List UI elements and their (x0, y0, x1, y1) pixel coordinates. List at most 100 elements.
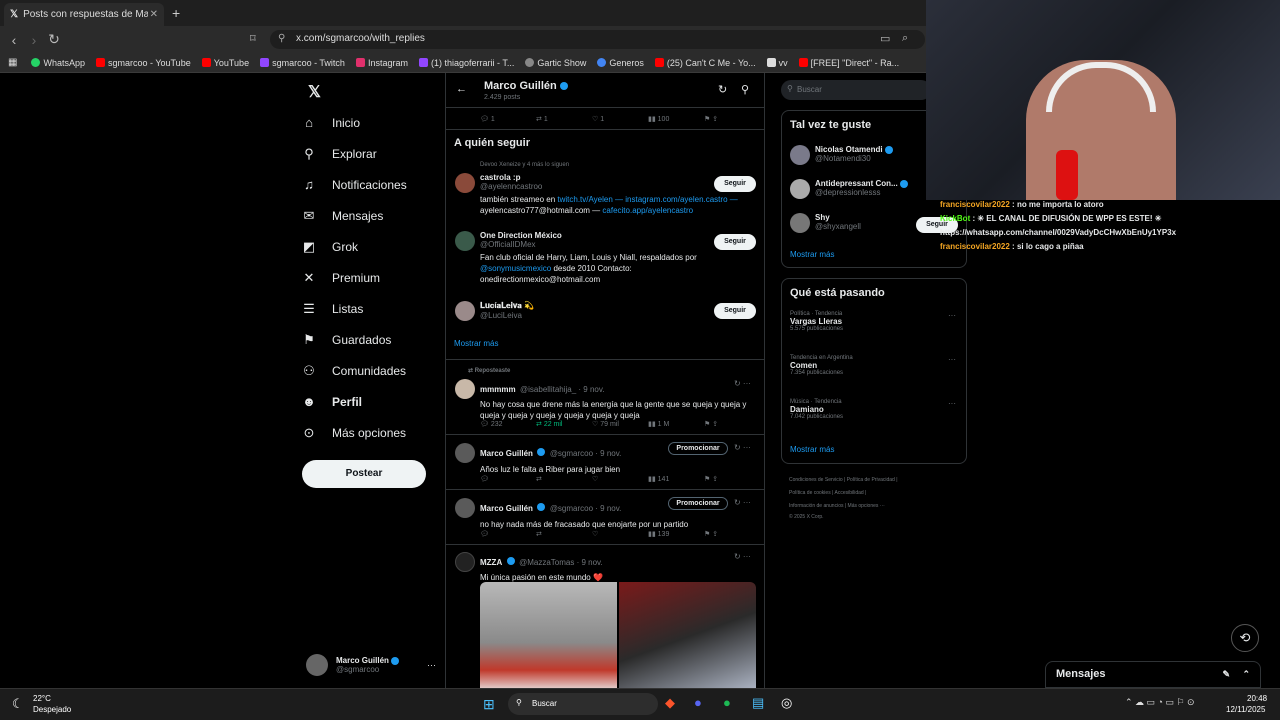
like-button[interactable]: ♡ (592, 530, 648, 538)
grok-fab-icon[interactable]: ⟲ (1231, 624, 1259, 652)
trend-item[interactable]: Política · Tendencia Vargas Lleras 5.575 p… (790, 311, 960, 332)
sidebar-item-premium[interactable]: ✕ Premium (300, 262, 440, 293)
post-image-left[interactable] (480, 582, 617, 688)
url-field[interactable]: ⚲ x.com/sgmarcoo/with_replies (270, 30, 925, 49)
browser-tab[interactable]: 𝕏 Posts con respuestas de Marco G ✕ (4, 3, 164, 26)
reply-button[interactable]: 💬︎ (480, 475, 536, 483)
x-logo-icon[interactable]: 𝕏 (308, 82, 321, 102)
notepad-icon[interactable]: ▤ (752, 695, 764, 711)
sidebar-item-mensajes[interactable]: ✉ Mensajes (300, 200, 440, 231)
back-arrow-icon[interactable]: ← (456, 83, 467, 95)
bookmark-item[interactable]: sgmarcoo - Twitch (260, 58, 345, 68)
promote-button[interactable]: Promocionar (668, 497, 728, 510)
bookmark-star-icon[interactable]: ⌑ (250, 32, 256, 45)
follow-button[interactable]: Seguir (714, 303, 756, 319)
follow-button[interactable]: Seguir (714, 234, 756, 250)
repost-button[interactable]: ⇄ 22 mil (536, 420, 592, 428)
bookmark-item[interactable]: WhatsApp (31, 58, 85, 68)
views-count[interactable]: ▮▮ 1 M (648, 420, 704, 428)
apps-icon[interactable]: ▦ (8, 57, 17, 68)
windows-start-icon[interactable]: ⊞ (483, 696, 495, 713)
reply-button[interactable]: 💬︎ 232 (480, 420, 536, 428)
follow-button[interactable]: Seguir (714, 176, 756, 192)
sidebar-item-notificaciones[interactable]: ♫ Notificaciones (300, 169, 440, 200)
trend-item[interactable]: Música · Tendencia Damiano 7.042 publicaci… (790, 399, 960, 420)
spotify-icon[interactable]: ● (723, 695, 731, 710)
sidebar-item-perfil[interactable]: ☻ Perfil (300, 386, 440, 417)
account-switcher[interactable]: Marco Guillén @sgmarcoo ··· (306, 652, 436, 678)
search-input[interactable]: ⚲ Buscar (781, 80, 931, 100)
sidebar-item-listas[interactable]: ☰ Listas (300, 293, 440, 324)
back-icon[interactable]: ‹ (4, 32, 24, 48)
search-icon[interactable]: ⚲ (741, 83, 749, 96)
promote-button[interactable]: Promocionar (668, 442, 728, 455)
bookmark-icon[interactable]: ⚑ ⇪ (704, 475, 760, 483)
sidebar-item-grok[interactable]: ◩ Grok (300, 231, 440, 262)
zoom-icon[interactable]: ⌕ (902, 32, 908, 45)
clock-date[interactable]: 12/11/2025 (1226, 705, 1265, 714)
weather-temp[interactable]: 22°C (33, 694, 51, 703)
sidebar-item-explorar[interactable]: ⚲ Explorar (300, 138, 440, 169)
bookmark-icon[interactable]: ⚑ ⇪ (704, 115, 760, 123)
more-dots-icon[interactable]: ··· (427, 660, 436, 670)
bookmark-item[interactable]: YouTube (201, 58, 249, 68)
bookmark-item[interactable]: Instagram (355, 58, 408, 68)
grok-refresh-icon[interactable]: ↻ (718, 83, 727, 96)
bookmark-item[interactable]: Generos (597, 58, 644, 68)
site-info-icon[interactable]: ⚲ (278, 33, 285, 44)
sidebar-item-inicio[interactable]: ⌂ Inicio (300, 107, 440, 138)
post[interactable]: ⇄ Reposteaste mmmmm @isabellitahija_ · 9… (446, 360, 764, 435)
bookmark-item[interactable]: vv (766, 58, 788, 68)
obs-icon[interactable]: ◎ (781, 695, 792, 711)
more-dots-icon[interactable]: ↻ ··· (734, 379, 751, 388)
clock-time[interactable]: 20:48 (1247, 694, 1267, 703)
show-more-link[interactable]: Mostrar más (454, 339, 498, 348)
footer-links[interactable]: Condiciones de Servicio | Política de Pr… (789, 474, 939, 521)
bookmark-item[interactable]: [FREE] "Direct" - Ra... (798, 58, 899, 68)
post[interactable]: Marco Guillén @sgmarcoo · 9 nov. Años lu… (446, 435, 764, 490)
brave-icon[interactable]: ◆ (665, 695, 675, 711)
more-dots-icon[interactable]: ↻ ··· (734, 443, 751, 452)
repost-button[interactable]: ⇄ (536, 530, 592, 538)
bookmark-item[interactable]: Gartic Show (525, 58, 586, 68)
discord-icon[interactable]: ● (694, 695, 702, 710)
views-count[interactable]: ▮▮ 139 (648, 530, 704, 538)
repost-button[interactable]: ⇄ (536, 475, 592, 483)
like-button[interactable]: ♡ 79 mil (592, 420, 648, 428)
reply-button[interactable]: 💬︎ 1 (480, 115, 536, 123)
show-more-link[interactable]: Mostrar más (790, 250, 834, 259)
messages-drawer[interactable]: Mensajes ✎ ⌃ (1045, 661, 1261, 688)
views-count[interactable]: ▮▮ 100 (648, 115, 704, 123)
bookmark-item[interactable]: (25) Can't C Me - Yo... (654, 58, 756, 68)
reload-icon[interactable]: ↻ (44, 31, 64, 48)
post[interactable]: MZZA @MazzaTomas · 9 nov. Mi única pasió… (446, 545, 764, 688)
like-button[interactable]: ♡ 1 (592, 115, 648, 123)
sidebar-item-comunidades[interactable]: ⚇ Comunidades (300, 355, 440, 386)
views-count[interactable]: ▮▮ 141 (648, 475, 704, 483)
sidebar-item-guardados[interactable]: ⚑ Guardados (300, 324, 440, 355)
reply-button[interactable]: 💬︎ (480, 530, 536, 538)
close-tab-icon[interactable]: ✕ (150, 9, 158, 20)
forward-icon[interactable]: › (24, 32, 44, 48)
more-dots-icon[interactable]: ↻ ··· (734, 552, 751, 561)
post-image-right[interactable] (619, 582, 756, 688)
trend-item[interactable]: Tendencia en Argentina Comen 7.354 publica… (790, 355, 960, 376)
more-dots-icon[interactable]: ↻ ··· (734, 498, 751, 507)
post[interactable]: Marco Guillén @sgmarcoo · 9 nov. no hay … (446, 490, 764, 545)
post-button[interactable]: Postear (302, 460, 426, 488)
taskbar-search[interactable]: ⚲ Buscar (508, 693, 658, 715)
weather-desc[interactable]: Despejado (33, 705, 71, 714)
person-icon: ☻ (302, 394, 316, 409)
bookmark-item[interactable]: (1) thiagoferrarii - T... (418, 58, 514, 68)
new-tab-icon[interactable]: + (172, 5, 180, 21)
profile-title: Marco Guillén (484, 80, 568, 92)
sidebar-item-mas-opciones[interactable]: ⊙ Más opciones (300, 417, 440, 448)
bookmark-icon[interactable]: ⚑ ⇪ (704, 420, 760, 428)
bookmark-item[interactable]: sgmarcoo - YouTube (95, 58, 191, 68)
like-button[interactable]: ♡ (592, 475, 648, 483)
bookmark-icon[interactable]: ⚑ ⇪ (704, 530, 760, 538)
tray-icons[interactable]: ⌃ ☁ ▭ ◔ ▭ ⚐ ⊙ (1125, 697, 1195, 708)
repost-button[interactable]: ⇄ 1 (536, 115, 592, 123)
show-more-link[interactable]: Mostrar más (790, 445, 834, 454)
cast-icon[interactable]: ▭ (880, 32, 890, 45)
